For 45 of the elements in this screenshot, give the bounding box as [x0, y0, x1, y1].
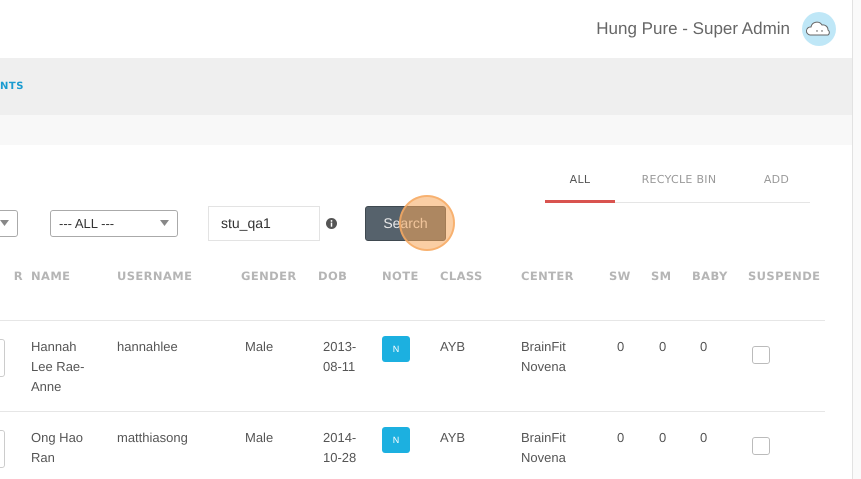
user-name: Hung Pure - Super Admin [596, 19, 790, 39]
table-cell-text: hannahlee [117, 338, 179, 356]
table-cell-text: BrainFit Novena [521, 338, 567, 376]
table-cell-text: AYB [440, 338, 466, 356]
tab[interactable]: RECYCLE BIN [615, 165, 743, 203]
table-cell-text: 0 [616, 338, 626, 356]
column-header: CENTER [521, 269, 575, 283]
column-header: DOB [318, 269, 348, 283]
column-header: SUSPENDE [748, 269, 822, 283]
search-field[interactable]: stu_qa1 [208, 206, 320, 240]
table-cell-text: Male [244, 338, 274, 356]
dropdown[interactable]: --- ALL --- [50, 210, 178, 236]
table-cell-text: BrainFit Novena [521, 429, 567, 467]
table-cell-text: 0 [658, 429, 668, 447]
column-header: NOTE [382, 269, 420, 283]
suspended-checkbox[interactable] [752, 346, 770, 364]
table-cell-text: 2014-10-28 [322, 429, 358, 467]
table-cell-text: 0 [658, 338, 668, 356]
caret-icon [160, 220, 169, 226]
column-header: SW [609, 269, 632, 283]
column-header: SM [651, 269, 673, 283]
column-header: NAME [31, 269, 72, 283]
table-cell-text: matthiasong [117, 429, 189, 447]
nav-link[interactable]: NTS [0, 81, 24, 92]
table-cell-text: 2013-08-11 [322, 338, 358, 376]
note-button[interactable]: N [382, 427, 410, 453]
suspended-checkbox[interactable] [752, 437, 770, 455]
caret-icon [0, 220, 9, 226]
tab[interactable]: ADD [743, 165, 810, 203]
table-cell-text: Hannah Lee Rae-Anne [31, 338, 86, 396]
note-button[interactable]: N [382, 336, 410, 362]
cloud-avatar-icon[interactable] [802, 12, 836, 46]
table-cell-text: Male [244, 429, 274, 447]
table-cell-text: 0 [699, 429, 708, 447]
table-cell-text: 0 [699, 338, 708, 356]
table-cell-text: 0 [616, 429, 626, 447]
column-header: CLASS [440, 269, 484, 283]
column-header: GENDER [241, 269, 298, 283]
info-icon[interactable] [326, 218, 337, 228]
table-cell-text: Ong Hao Ran [31, 429, 84, 467]
column-header: BABY [692, 269, 729, 283]
tab[interactable]: ALL [545, 165, 615, 203]
column-header: R [12, 269, 24, 283]
column-header: USERNAME [117, 269, 194, 283]
table-cell-text: AYB [440, 429, 466, 447]
